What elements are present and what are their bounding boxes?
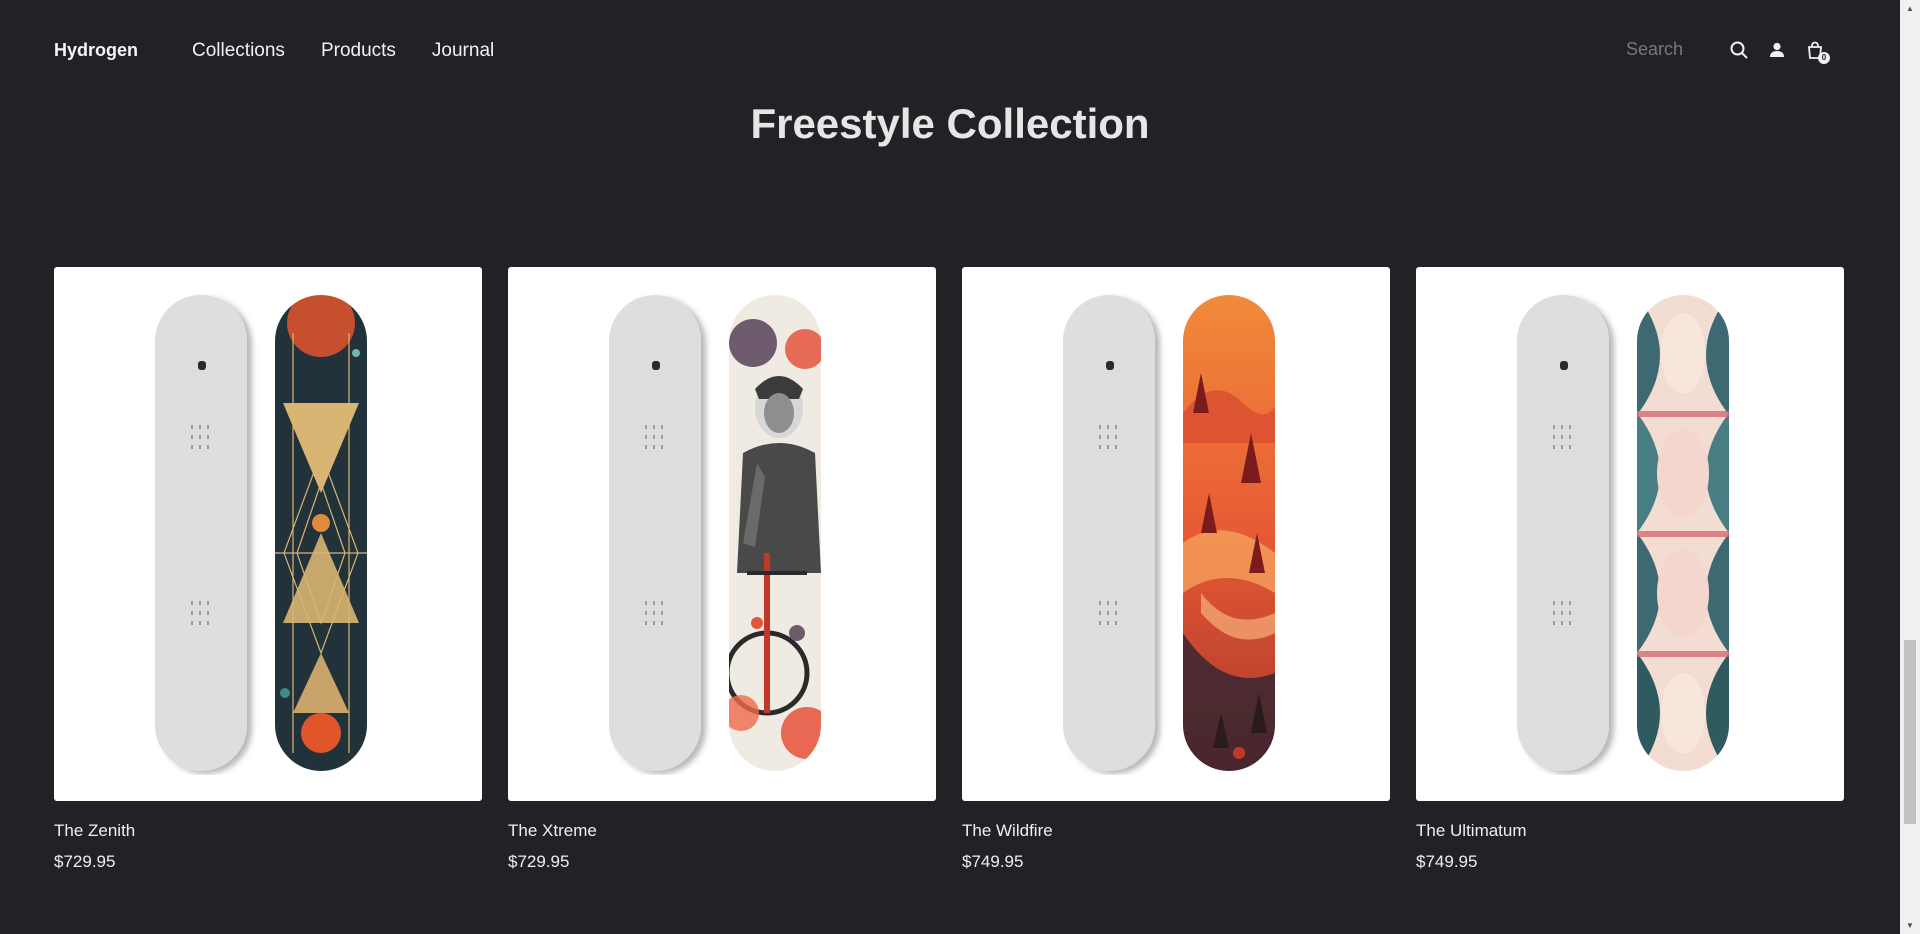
scroll-up-arrow[interactable]: ▲ xyxy=(1900,0,1920,17)
search-icon[interactable] xyxy=(1728,39,1750,61)
product-price: $749.95 xyxy=(962,852,1024,871)
scroll-down-arrow[interactable]: ▼ xyxy=(1900,917,1920,934)
product-card[interactable]: The Ultimatum $749.95 xyxy=(1416,267,1844,872)
product-image xyxy=(54,267,482,801)
product-card[interactable]: The Xtreme $729.95 xyxy=(508,267,936,872)
cart-count-badge: 0 xyxy=(1818,51,1830,64)
product-card[interactable]: The Wildfire $749.95 xyxy=(962,267,1390,872)
search-input[interactable] xyxy=(1624,38,1712,61)
product-title: The Xtreme xyxy=(508,821,597,840)
product-title: The Ultimatum xyxy=(1416,821,1527,840)
product-card[interactable]: The Zenith $729.95 xyxy=(54,267,482,872)
page: Hydrogen Collections Products Journal Se… xyxy=(0,0,1920,934)
product-price: $729.95 xyxy=(54,852,116,871)
nav-journal[interactable]: Journal xyxy=(432,40,494,62)
nav-products[interactable]: Products xyxy=(321,40,396,62)
product-image xyxy=(508,267,936,801)
collection-title: Freestyle Collection xyxy=(750,100,1150,147)
product-image xyxy=(962,267,1390,801)
snowboard-image xyxy=(609,295,821,771)
product-title: The Zenith xyxy=(54,821,136,840)
product-price: $749.95 xyxy=(1416,852,1478,871)
brand-logo[interactable]: Hydrogen xyxy=(54,40,138,61)
bag-icon[interactable]: 0 xyxy=(1804,39,1830,64)
snowboard-image xyxy=(1063,295,1275,771)
account-icon[interactable] xyxy=(1766,39,1788,61)
snowboard-image xyxy=(1517,295,1729,771)
header-actions: 0 xyxy=(1624,38,1830,64)
scroll-thumb[interactable] xyxy=(1904,640,1916,824)
main-nav: Collections Products Journal xyxy=(192,40,494,62)
page-scrollbar[interactable]: ▲ ▼ xyxy=(1900,0,1920,934)
product-grid: The Zenith $729.95 The Xtreme $729.95 Th… xyxy=(54,267,1844,872)
product-price: $729.95 xyxy=(508,852,570,871)
snowboard-image xyxy=(155,295,367,771)
site-header: Hydrogen Collections Products Journal Se… xyxy=(0,0,1900,108)
product-image xyxy=(1416,267,1844,801)
nav-collections[interactable]: Collections xyxy=(192,40,285,62)
product-title: The Wildfire xyxy=(962,821,1053,840)
